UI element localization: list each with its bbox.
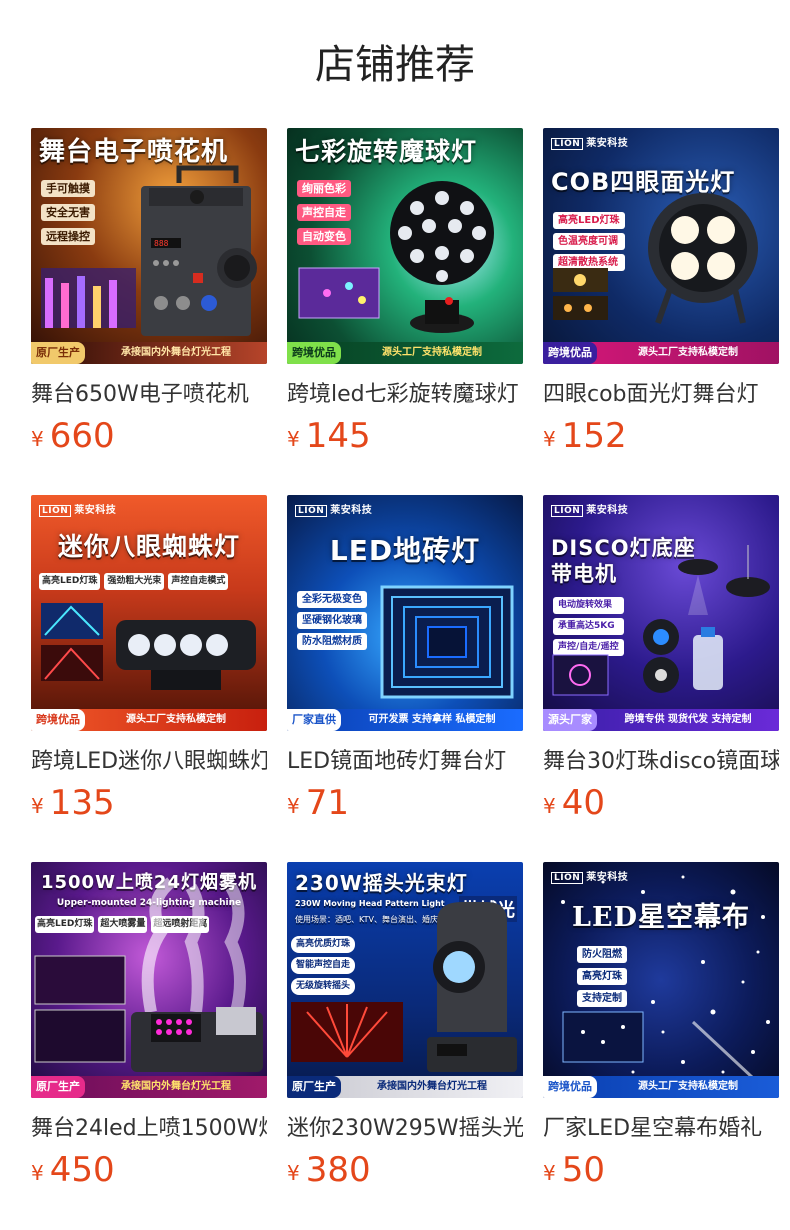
badge: 原厂生产 — [287, 1076, 341, 1098]
slogan: 源头工厂支持私模定制 — [382, 347, 482, 358]
brand-logo: LION 莱安科技 — [551, 868, 628, 884]
spider-light-icon — [41, 603, 256, 690]
bottom-strip: 原厂生产 承接国内外舞台灯光工程 — [287, 1076, 523, 1098]
product-title[interactable]: 迷你230W295W摇头光束灯 — [287, 1114, 523, 1144]
product-price: ¥135 — [31, 783, 267, 823]
currency-symbol: ¥ — [287, 794, 300, 818]
badge: 跨境优品 — [543, 342, 597, 364]
product-card[interactable]: LION 莱安科技 LED地砖灯 全彩无极变色 坚硬钢化玻璃 防水阻燃材质 厂家直… — [287, 495, 523, 862]
bottom-strip: 原厂生产 承接国内外舞台灯光工程 — [31, 1076, 267, 1098]
product-title[interactable]: 舞台30灯珠disco镜面球 — [543, 747, 779, 777]
currency-symbol: ¥ — [287, 1161, 300, 1185]
price-value: 660 — [49, 416, 115, 456]
bottom-strip: 原厂生产 承接国内外舞台灯光工程 — [31, 342, 267, 364]
badge: 厂家直供 — [287, 709, 341, 731]
price-value: 50 — [561, 1150, 605, 1190]
image-headline: LED星空幕布 — [572, 902, 750, 933]
bottom-strip: 源头厂家 跨境专供 现货代发 支持定制 — [543, 709, 779, 731]
product-title[interactable]: 四眼cob面光灯舞台灯 — [543, 380, 779, 410]
bottom-strip: 跨境优品 源头工厂支持私模定制 — [31, 709, 267, 731]
product-title[interactable]: LED镜面地砖灯舞台灯 — [287, 747, 523, 777]
product-price: ¥71 — [287, 783, 523, 823]
price-value: 71 — [305, 783, 349, 823]
slogan: 承接国内外舞台灯光工程 — [121, 1081, 231, 1092]
price-value: 152 — [561, 416, 627, 456]
feature-tag: 高亮灯珠 — [577, 968, 627, 985]
page-title: 店铺推荐 — [315, 42, 475, 88]
price-value: 145 — [305, 416, 371, 456]
slogan: 承接国内外舞台灯光工程 — [121, 347, 231, 358]
currency-symbol: ¥ — [287, 427, 300, 451]
product-image[interactable]: LION莱安科技 COB四眼面光灯 高亮LED灯珠 色温亮度可调 超清散热系统 — [543, 128, 779, 364]
bottom-strip: 跨境优品 源头工厂支持私模定制 — [287, 342, 523, 364]
bottom-strip: 跨境优品 源头工厂支持私模定制 — [543, 342, 779, 364]
feature-list: 防火阻燃 高亮灯珠 支持定制 — [577, 946, 627, 1007]
product-card[interactable]: 七彩旋转魔球灯 绚丽色彩 声控自走 自动变色 跨境优品 源头工厂支持私模定制 跨… — [287, 128, 523, 495]
moving-head-icon — [291, 902, 517, 1072]
product-card[interactable]: LION莱安科技 迷你八眼蜘蛛灯 高亮LED灯珠 强劲粗大光束 声控自走模式 — [31, 495, 267, 862]
feature-tag: 防火阻燃 — [577, 946, 627, 963]
product-image[interactable]: LION莱安科技 迷你八眼蜘蛛灯 高亮LED灯珠 强劲粗大光束 声控自走模式 — [31, 495, 267, 731]
currency-symbol: ¥ — [31, 427, 44, 451]
currency-symbol: ¥ — [543, 427, 556, 451]
product-title[interactable]: 舞台24led上喷1500W烟雾机 — [31, 1114, 267, 1144]
spark-machine-icon: 888 — [41, 165, 257, 336]
badge: 跨境优品 — [31, 709, 85, 731]
shop-recommend-page: 店铺推荐 舞台电子喷花机 手可触摸 安全无害 远程操控 888 原厂生产 承接国… — [0, 0, 790, 1230]
product-card[interactable]: LION 莱安科技 DISCO灯底座 带电机 电动旋转效果 承重高达5KG 声控/… — [543, 495, 779, 862]
fog-machine-icon — [34, 877, 263, 1072]
product-image[interactable]: LION 莱安科技 LED星空幕布 防火阻燃 高亮灯珠 支持定制 跨境优品 源头工… — [543, 862, 779, 1098]
magic-ball-icon — [298, 181, 494, 333]
product-price: ¥380 — [287, 1150, 523, 1190]
badge: 原厂生产 — [31, 1076, 85, 1098]
bottom-strip: 跨境优品 源头工厂支持私模定制 — [543, 1076, 779, 1098]
currency-symbol: ¥ — [31, 1161, 44, 1185]
product-image[interactable]: 1500W上喷24灯烟雾机 Upper-mounted 24-lighting … — [31, 862, 267, 1098]
product-image[interactable]: 七彩旋转魔球灯 绚丽色彩 声控自走 自动变色 跨境优品 源头工厂支持私模定制 — [287, 128, 523, 364]
badge: 源头厂家 — [543, 709, 597, 731]
product-image[interactable]: LION 莱安科技 LED地砖灯 全彩无极变色 坚硬钢化玻璃 防水阻燃材质 厂家直… — [287, 495, 523, 731]
product-title[interactable]: 跨境LED迷你八眼蜘蛛灯 — [31, 747, 267, 777]
product-price: ¥152 — [543, 416, 779, 456]
product-image[interactable]: 舞台电子喷花机 手可触摸 安全无害 远程操控 888 原厂生产 承接国内外舞台灯… — [31, 128, 267, 364]
product-card[interactable]: 舞台电子喷花机 手可触摸 安全无害 远程操控 888 原厂生产 承接国内外舞台灯… — [31, 128, 267, 495]
currency-symbol: ¥ — [543, 1161, 556, 1185]
product-image[interactable]: LION 莱安科技 DISCO灯底座 带电机 电动旋转效果 承重高达5KG 声控/… — [543, 495, 779, 731]
product-title[interactable]: 跨境led七彩旋转魔球灯 — [287, 380, 523, 410]
product-price: ¥40 — [543, 783, 779, 823]
cob-light-icon — [553, 193, 758, 324]
product-card[interactable]: 230W摇头光束灯 230W Moving Head Pattern Light… — [287, 862, 523, 1229]
product-image[interactable]: 230W摇头光束灯 230W Moving Head Pattern Light… — [287, 862, 523, 1098]
slogan: 源头工厂支持私模定制 — [638, 1081, 738, 1092]
product-card[interactable]: LION莱安科技 COB四眼面光灯 高亮LED灯珠 色温亮度可调 超清散热系统 — [543, 128, 779, 495]
product-price: ¥660 — [31, 416, 267, 456]
product-card[interactable]: 1500W上喷24灯烟雾机 Upper-mounted 24-lighting … — [31, 862, 267, 1229]
product-grid: 舞台电子喷花机 手可触摸 安全无害 远程操控 888 原厂生产 承接国内外舞台灯… — [31, 128, 779, 1229]
bottom-strip: 厂家直供 可开发票 支持拿样 私模定制 — [287, 709, 523, 731]
disco-motor-icon — [552, 545, 770, 696]
product-price: ¥145 — [287, 416, 523, 456]
slogan: 承接国内外舞台灯光工程 — [377, 1081, 487, 1092]
slogan: 源头工厂支持私模定制 — [638, 347, 738, 358]
feature-tag: 支持定制 — [577, 990, 627, 1007]
svg-text:888: 888 — [154, 239, 169, 248]
floor-tile-icon — [380, 585, 514, 699]
product-price: ¥50 — [543, 1150, 779, 1190]
product-title[interactable]: 舞台650W电子喷花机 — [31, 380, 267, 410]
product-card[interactable]: LION 莱安科技 LED星空幕布 防火阻燃 高亮灯珠 支持定制 跨境优品 源头工… — [543, 862, 779, 1229]
slogan: 源头工厂支持私模定制 — [126, 714, 226, 725]
currency-symbol: ¥ — [31, 794, 44, 818]
slogan: 可开发票 支持拿样 私模定制 — [368, 714, 496, 725]
badge: 跨境优品 — [543, 1076, 597, 1098]
price-value: 450 — [49, 1150, 115, 1190]
price-value: 380 — [305, 1150, 371, 1190]
badge: 跨境优品 — [287, 342, 341, 364]
slogan: 跨境专供 现货代发 支持定制 — [624, 714, 752, 725]
product-price: ¥450 — [31, 1150, 267, 1190]
badge: 原厂生产 — [31, 342, 85, 364]
price-value: 40 — [561, 783, 605, 823]
currency-symbol: ¥ — [543, 794, 556, 818]
price-value: 135 — [49, 783, 115, 823]
product-title[interactable]: 厂家LED星空幕布婚礼 — [543, 1114, 779, 1144]
